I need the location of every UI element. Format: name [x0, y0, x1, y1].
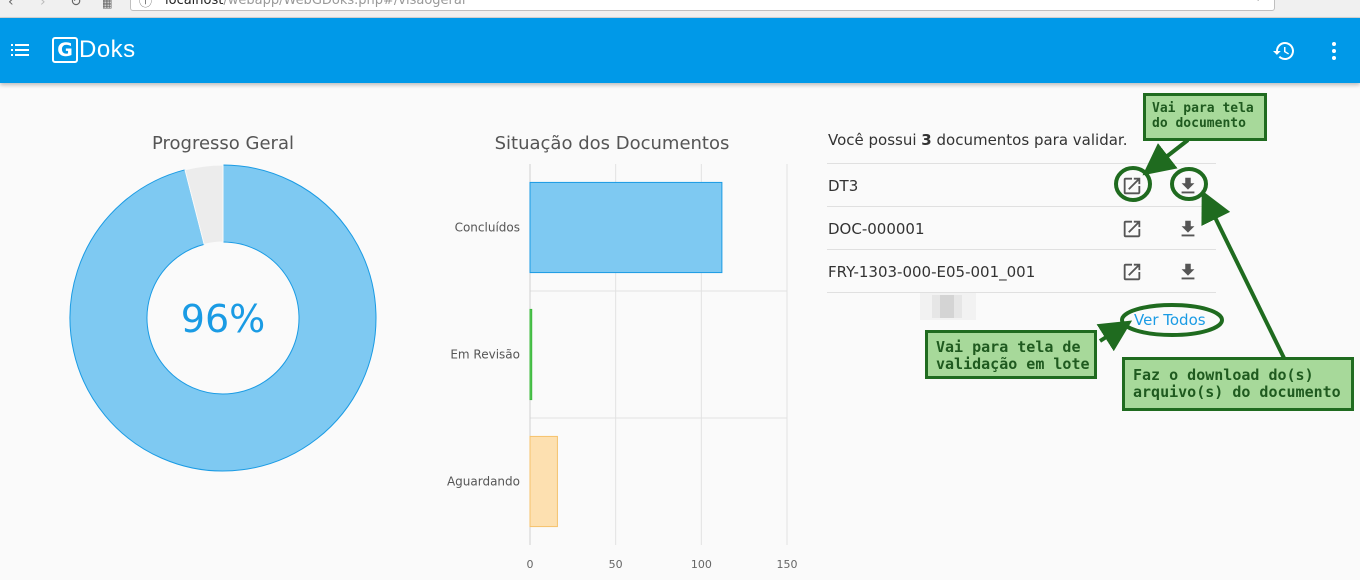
download-icon[interactable]: [1177, 261, 1199, 283]
menu-icon[interactable]: [11, 44, 29, 57]
bar-conclu-dos: [529, 181, 723, 274]
open-in-new-icon[interactable]: [1121, 175, 1143, 197]
url-host: localhost: [165, 0, 224, 8]
doc-row: DOC-000001: [827, 206, 1216, 249]
url-path: /webapp/WebGDoks.php#/visaogeral: [223, 0, 466, 8]
forward-icon[interactable]: ›: [40, 0, 46, 10]
reload-icon[interactable]: ↻: [70, 0, 82, 10]
see-all-link[interactable]: Ver Todos: [1134, 311, 1206, 329]
annotation-batch: Vai para tela de validação em lote: [925, 330, 1097, 379]
progress-title: Progresso Geral: [151, 133, 294, 154]
bar-em-revis-o: [529, 308, 533, 401]
bar-category-label: Concluídos: [455, 221, 520, 235]
donut-slice-remaining: [184, 164, 224, 245]
doc-name: DOC-000001: [828, 220, 925, 238]
download-icon[interactable]: [1177, 218, 1199, 240]
status-chart-title: Situação dos Documentos: [494, 133, 730, 154]
arrow-download: [1201, 190, 1286, 359]
arrow-batch: [1096, 320, 1133, 352]
doc-name: FRY-1303-000-E05-001_001: [828, 263, 1036, 281]
annotation-download: Faz o download do(s) arquivo(s) do docum…: [1122, 357, 1354, 411]
logo-g: G: [52, 37, 78, 63]
donut-slice-complete: [69, 164, 377, 472]
bar-xtick-label: 50: [609, 558, 623, 571]
url-bar[interactable]: ⓘ localhost/webapp/WebGDoks.php#/visaoge…: [130, 0, 1275, 11]
bar-aguardando: [529, 435, 558, 528]
docs-divider: [827, 292, 1216, 293]
grid-icon[interactable]: ▦: [102, 0, 112, 10]
open-in-new-icon[interactable]: [1121, 261, 1143, 283]
back-icon[interactable]: ‹: [8, 0, 14, 10]
info-icon: ⓘ: [139, 0, 153, 10]
gdoks-logo[interactable]: G Doks: [52, 36, 136, 63]
progress-percent-label: 96%: [181, 297, 265, 341]
pagination-placeholder: [920, 293, 976, 320]
annotation-open-doc: Vai para tela do documento: [1143, 93, 1267, 141]
bar-category-label: Em Revisão: [450, 348, 520, 362]
logo-text: Doks: [79, 36, 136, 63]
download-icon[interactable]: [1177, 175, 1199, 197]
doc-name: DT3: [828, 177, 859, 195]
bar-xtick-label: 100: [691, 558, 712, 571]
docs-intro: Você possui 3 documentos para validar.: [828, 131, 1127, 149]
bar-category-label: Aguardando: [447, 475, 520, 489]
docs-intro-suffix: documentos para validar.: [931, 131, 1128, 149]
app-bar: G Doks: [0, 18, 1360, 83]
doc-row: FRY-1303-000-E05-001_001: [827, 249, 1216, 292]
docs-count: 3: [921, 131, 932, 149]
open-in-new-icon[interactable]: [1121, 218, 1143, 240]
browser-toolbar: ‹ › ↻ ▦ ⓘ localhost/webapp/WebGDoks.php#…: [0, 0, 1360, 18]
more-vert-icon[interactable]: [1322, 39, 1346, 63]
bar-xtick-label: 150: [777, 558, 798, 571]
doc-row: DT3: [827, 163, 1216, 206]
bar-xtick-label: 0: [527, 558, 534, 571]
bookmark-heart-icon[interactable]: ♡: [1252, 0, 1264, 5]
docs-intro-prefix: Você possui: [828, 131, 922, 149]
history-icon[interactable]: [1272, 39, 1296, 63]
